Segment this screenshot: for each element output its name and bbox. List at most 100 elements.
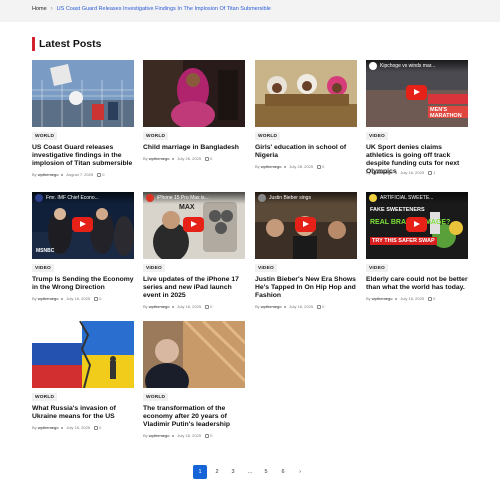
comment-count: 0	[322, 164, 325, 169]
channel-logo-icon	[258, 194, 266, 202]
breadcrumb-bar: Home › US Coast Guard Releases Investigati…	[0, 0, 500, 22]
page-6-button[interactable]: 6	[276, 465, 290, 479]
post-title[interactable]: Girls' education in school of Nigeria	[255, 144, 357, 160]
comment-icon	[94, 297, 99, 301]
post-title[interactable]: Live updates of the iPhone 17 series and…	[143, 276, 245, 300]
page-2-button[interactable]: 2	[210, 465, 224, 479]
post-author[interactable]: wpthemego	[149, 156, 170, 161]
video-caption: ARTIFICIAL SWEETE...	[380, 195, 434, 201]
post-date: July 16, 2025	[66, 425, 91, 430]
section-title: Latest Posts	[32, 37, 101, 51]
category-badge[interactable]: VIDEO	[143, 264, 165, 272]
play-button-icon[interactable]	[183, 217, 204, 232]
video-caption: Fmr. IMF Chief Econo...	[46, 195, 99, 201]
post-date: July 16, 2025	[177, 433, 202, 438]
comment-count: 0	[210, 433, 213, 438]
breadcrumb: Home › US Coast Guard Releases Investigati…	[32, 6, 271, 12]
post-thumbnail[interactable]	[143, 60, 245, 127]
breadcrumb-current: US Coast Guard Releases Investigative Fi…	[56, 6, 271, 12]
post-title[interactable]: Elderly care could not be better than wh…	[366, 276, 468, 292]
post-author[interactable]: wpthemego	[372, 296, 393, 301]
category-badge[interactable]: VIDEO	[32, 264, 54, 272]
comment-icon	[205, 305, 210, 309]
video-thumbnail[interactable]: Kipchoge vs winds mar... MEN'S MARATHON	[366, 60, 468, 127]
page-5-button[interactable]: 5	[259, 465, 273, 479]
video-overlay-text: TRY THIS SAFER SWAP	[370, 237, 437, 245]
video-thumbnail[interactable]: Fmr. IMF Chief Econo... MSNBC	[32, 192, 134, 259]
post-meta: By wpthemego July 16, 2025 0	[143, 433, 213, 438]
video-overlay-text: MAX	[179, 204, 195, 211]
post-meta: By wpthemego July 16, 2025 0	[255, 304, 325, 309]
category-badge[interactable]: VIDEO	[255, 264, 277, 272]
post-author[interactable]: wpthemego	[372, 170, 393, 175]
post-title[interactable]: What Russia's invasion of Ukraine means …	[32, 405, 134, 421]
post-meta: By wpthemego July 28, 2025 0	[255, 164, 325, 169]
comment-icon	[428, 171, 433, 175]
next-page-button[interactable]: ›	[293, 465, 307, 479]
category-badge[interactable]: VIDEO	[366, 264, 388, 272]
play-button-icon[interactable]	[295, 217, 316, 232]
post-meta: By wpthemego August 7, 2025 0	[32, 172, 105, 177]
post-date: July 16, 2025	[400, 170, 425, 175]
comment-icon	[205, 434, 210, 438]
post-meta: By wpthemego July 26, 2025 0	[143, 156, 213, 161]
post-author[interactable]: wpthemego	[149, 433, 170, 438]
post-author[interactable]: wpthemego	[261, 304, 282, 309]
comment-count: 0	[210, 156, 213, 161]
comment-icon	[317, 305, 322, 309]
video-overlay-text: FAKE SWEETENERS	[370, 207, 425, 213]
video-thumbnail[interactable]: ARTIFICIAL SWEETE... FAKE SWEETENERS REA…	[366, 192, 468, 259]
post-thumbnail[interactable]	[255, 60, 357, 127]
comment-count: 0	[322, 304, 325, 309]
video-thumbnail[interactable]: iPhone 15 Pro Max is... MAX	[143, 192, 245, 259]
video-thumbnail[interactable]: Justin Bieber sings	[255, 192, 357, 259]
breadcrumb-home-link[interactable]: Home	[32, 6, 47, 12]
play-button-icon[interactable]	[72, 217, 93, 232]
comment-count: 0	[99, 296, 102, 301]
category-badge[interactable]: WORLD	[255, 132, 281, 140]
comment-count: 0	[102, 172, 105, 177]
post-title[interactable]: US Coast Guard releases investigative fi…	[32, 144, 134, 168]
post-title[interactable]: Trump Is Sending the Economy in the Wron…	[32, 276, 134, 292]
post-meta: By wpthemego July 16, 2025 0	[143, 304, 213, 309]
play-button-icon[interactable]	[406, 217, 427, 232]
category-badge[interactable]: WORLD	[32, 132, 58, 140]
comment-icon	[97, 173, 102, 177]
video-overlay-text: MEN'S MARATHON	[430, 107, 462, 119]
page-ellipsis: ...	[243, 465, 257, 479]
page-3-button[interactable]: 3	[226, 465, 240, 479]
post-meta: By wpthemego July 16, 2025 1	[366, 170, 436, 175]
comment-count: 1	[433, 170, 436, 175]
comment-count: 0	[433, 296, 436, 301]
category-badge[interactable]: WORLD	[32, 393, 58, 401]
post-thumbnail[interactable]	[32, 321, 134, 388]
post-date: July 26, 2025	[177, 156, 202, 161]
post-date: July 16, 2025	[177, 304, 202, 309]
comment-count: 0	[210, 304, 213, 309]
comment-icon	[205, 157, 210, 161]
video-caption: Kipchoge vs winds mar...	[380, 63, 436, 69]
category-badge[interactable]: WORLD	[143, 393, 169, 401]
post-title[interactable]: Child marriage in Bangladesh	[143, 144, 245, 152]
post-author[interactable]: wpthemego	[38, 425, 59, 430]
post-date: July 16, 2025	[289, 304, 314, 309]
comment-count: 0	[99, 425, 102, 430]
page-1-button[interactable]: 1	[193, 465, 207, 479]
post-date: July 28, 2025	[289, 164, 314, 169]
post-meta: By wpthemego July 16, 2025 0	[366, 296, 436, 301]
category-badge[interactable]: VIDEO	[366, 132, 388, 140]
post-author[interactable]: wpthemego	[149, 304, 170, 309]
post-date: July 16, 2025	[66, 296, 91, 301]
post-thumbnail[interactable]	[143, 321, 245, 388]
post-author[interactable]: wpthemego	[261, 164, 282, 169]
category-badge[interactable]: WORLD	[143, 132, 169, 140]
post-meta: By wpthemego July 16, 2025 0	[32, 296, 102, 301]
post-title[interactable]: The transformation of the economy after …	[143, 405, 245, 429]
comment-icon	[94, 426, 99, 430]
post-thumbnail[interactable]	[32, 60, 134, 127]
post-author[interactable]: wpthemego	[38, 296, 59, 301]
post-author[interactable]: wpthemego	[38, 172, 59, 177]
post-title[interactable]: Justin Bieber's New Era Shows He's Tappe…	[255, 276, 357, 300]
channel-logo-icon	[146, 194, 154, 202]
play-button-icon[interactable]	[406, 85, 427, 100]
